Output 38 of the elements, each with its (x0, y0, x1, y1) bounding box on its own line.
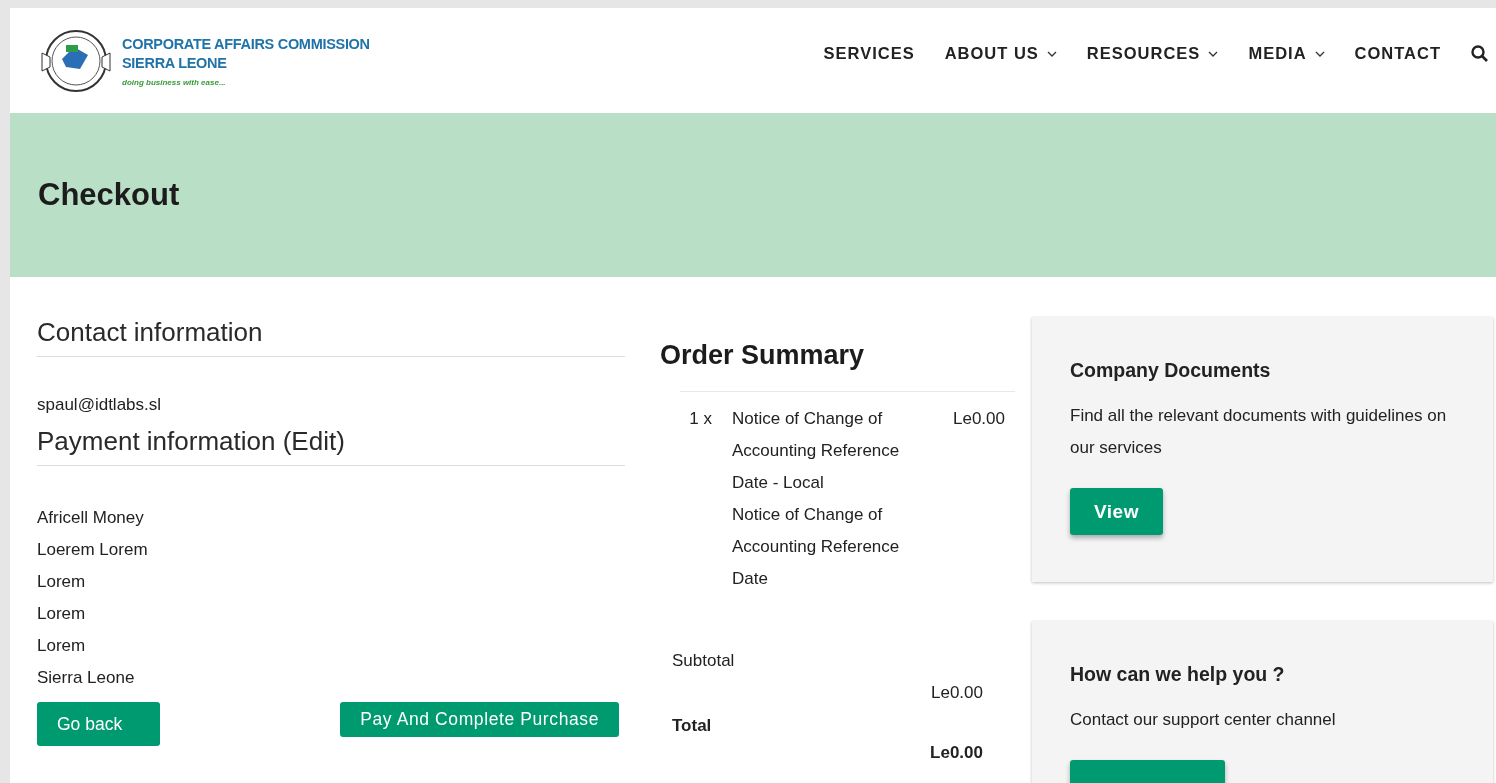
total-label: Total (672, 715, 713, 737)
subtotal-value: Le0.00 (931, 682, 983, 704)
logo-tagline: doing business with ease... (122, 77, 227, 87)
nav-link[interactable]: ABOUT US (944, 44, 1057, 63)
nav-link[interactable]: MEDIA (1248, 44, 1325, 63)
go-back-button[interactable]: Go back (37, 702, 160, 746)
total-value: Le0.00 (930, 742, 983, 764)
order-summary-title: Order Summary (660, 340, 866, 372)
payment-detail: Sierra Leone (37, 667, 136, 689)
payment-detail: Africell Money (37, 507, 145, 529)
payment-detail: Lorem (37, 571, 87, 593)
card-text: Contact our support center channel (1070, 709, 1337, 731)
nav-link[interactable]: RESOURCES (1086, 44, 1219, 63)
card-button[interactable]: View (1070, 488, 1163, 535)
page-title: Checkout (38, 177, 180, 213)
item-detail: Notice of Change of Accounting Reference Date (732, 504, 901, 590)
organization-name: CORPORATE AFFAIRS COMMISSION (122, 34, 370, 54)
section-heading: Contact information (37, 317, 625, 357)
card-text: Find all the relevant documents with guidelines on our services (1070, 405, 1448, 459)
item-price: Le0.00 (952, 408, 1006, 430)
item-name: Notice of Change of Accounting Reference Date - Local (732, 408, 901, 494)
payment-detail: Loerem Lorem (37, 539, 149, 561)
chevron-down-icon (1208, 50, 1219, 57)
nav-link[interactable]: CONTACT (1354, 44, 1441, 63)
payment-detail: Lorem (37, 603, 87, 625)
pay-button[interactable]: Pay And Complete Purchase (340, 702, 619, 737)
section-heading: Payment information (Edit) (37, 426, 625, 466)
chevron-down-icon (1046, 50, 1057, 57)
search-icon[interactable] (1471, 45, 1488, 62)
card-title: Company Documents (1070, 359, 1272, 382)
contact-email: spaul@idtlabs.sl (37, 394, 163, 416)
organization-country: SIERRA LEONE (122, 53, 228, 73)
card-title: How can we help you ? (1070, 663, 1286, 686)
item-quantity: 1 x (688, 408, 713, 430)
nav-link[interactable]: SERVICES (823, 44, 915, 63)
payment-detail: Lorem (37, 635, 87, 657)
subtotal-label: Subtotal (672, 650, 736, 672)
chevron-down-icon (1314, 50, 1325, 57)
